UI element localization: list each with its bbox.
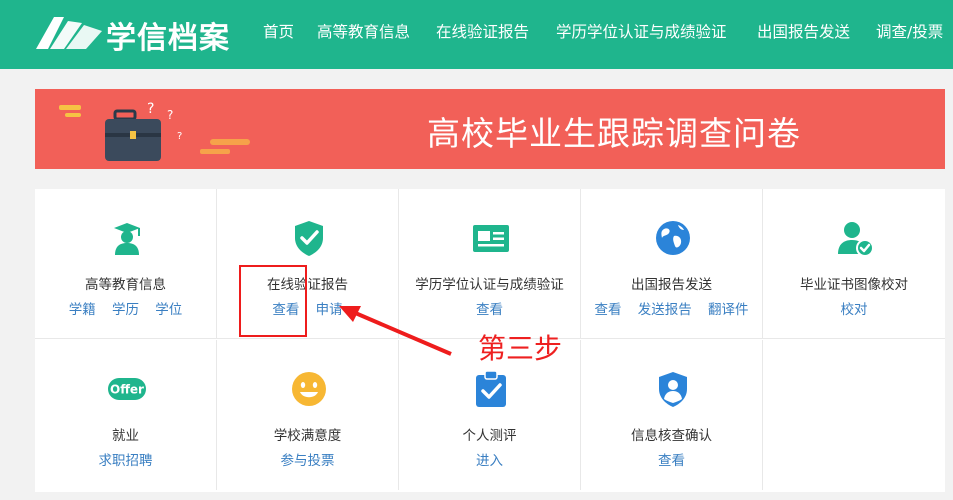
svg-text:?: ? (177, 131, 182, 142)
service-links: 校对 (763, 298, 945, 318)
link-proofread[interactable]: 校对 (841, 302, 868, 318)
nav-degree-certification[interactable]: 学历学位认证与成绩验证 (556, 20, 727, 42)
service-links: 求职招聘 (35, 449, 216, 469)
link-vote[interactable]: 参与投票 (281, 453, 335, 469)
service-title: 就业 (112, 428, 139, 444)
shield-user-icon (659, 372, 687, 407)
svg-text:Offer: Offer (110, 383, 144, 397)
empty-cell (763, 340, 945, 490)
link-job-search[interactable]: 求职招聘 (99, 453, 153, 469)
smiley-icon (292, 372, 326, 406)
nav-higher-education[interactable]: 高等教育信息 (317, 20, 410, 42)
banner-title: 高校毕业生跟踪调查问卷 (427, 114, 801, 153)
service-title: 学历学位认证与成绩验证 (415, 277, 564, 293)
service-title: 信息核查确认 (631, 428, 712, 444)
service-links: 查看 发送报告 翻译件 (581, 298, 762, 318)
highlight-box (239, 265, 307, 337)
service-title: 毕业证书图像校对 (800, 277, 908, 293)
service-links: 进入 (399, 449, 580, 469)
service-info-verification: 信息核查确认 查看 (581, 340, 763, 490)
survey-banner[interactable]: ? ? ? 高校毕业生跟踪调查问卷 (35, 89, 945, 169)
service-abroad-report: 出国报告发送 查看 发送报告 翻译件 (581, 189, 763, 339)
step-three-label: 第三步 (478, 332, 563, 365)
service-links: 学籍 学历 学位 (35, 298, 216, 318)
service-higher-education: 高等教育信息 学籍 学历 学位 (35, 189, 217, 339)
link-send-report[interactable]: 发送报告 (638, 302, 692, 318)
service-title: 学校满意度 (273, 428, 342, 444)
link-view-abroad[interactable]: 查看 (594, 302, 621, 318)
link-education[interactable]: 学历 (112, 302, 139, 318)
link-view-info[interactable]: 查看 (658, 453, 685, 469)
shield-check-icon (295, 221, 323, 256)
nav-home[interactable]: 首页 (263, 20, 294, 42)
pointer-arrow (339, 306, 452, 356)
nav-online-verification[interactable]: 在线验证报告 (436, 20, 529, 42)
id-card-icon (473, 225, 509, 252)
service-title: 个人测评 (462, 428, 517, 444)
main-nav: 首页 高等教育信息 在线验证报告 学历学位认证与成绩验证 出国报告发送 调查/投… (0, 20, 953, 44)
service-school-satisfaction: 学校满意度 参与投票 (217, 340, 399, 490)
service-title: 高等教育信息 (85, 277, 166, 293)
graduate-icon (114, 223, 140, 255)
service-links: 查看 (581, 449, 762, 469)
link-degree[interactable]: 学位 (155, 302, 182, 318)
service-employment: Offer 就业 求职招聘 (35, 340, 217, 490)
link-translation[interactable]: 翻译件 (708, 302, 749, 318)
service-diploma-image-check: 毕业证书图像校对 校对 (763, 189, 945, 339)
link-student-status[interactable]: 学籍 (69, 302, 96, 318)
service-title: 出国报告发送 (631, 277, 712, 293)
user-check-icon (838, 222, 874, 257)
offer-icon: Offer (108, 378, 146, 400)
clipboard-check-icon (476, 370, 506, 407)
svg-text:?: ? (167, 108, 173, 122)
nav-survey-vote[interactable]: 调查/投票 (876, 20, 943, 42)
link-enter[interactable]: 进入 (476, 453, 503, 469)
link-view-certification[interactable]: 查看 (476, 302, 503, 318)
globe-icon (656, 221, 690, 255)
top-header: 学信档案 首页 高等教育信息 在线验证报告 学历学位认证与成绩验证 出国报告发送… (0, 0, 953, 69)
service-links: 参与投票 (217, 449, 398, 469)
svg-text:?: ? (147, 101, 154, 117)
nav-abroad-report[interactable]: 出国报告发送 (757, 20, 850, 42)
briefcase-illustration: ? ? ? (59, 101, 250, 161)
